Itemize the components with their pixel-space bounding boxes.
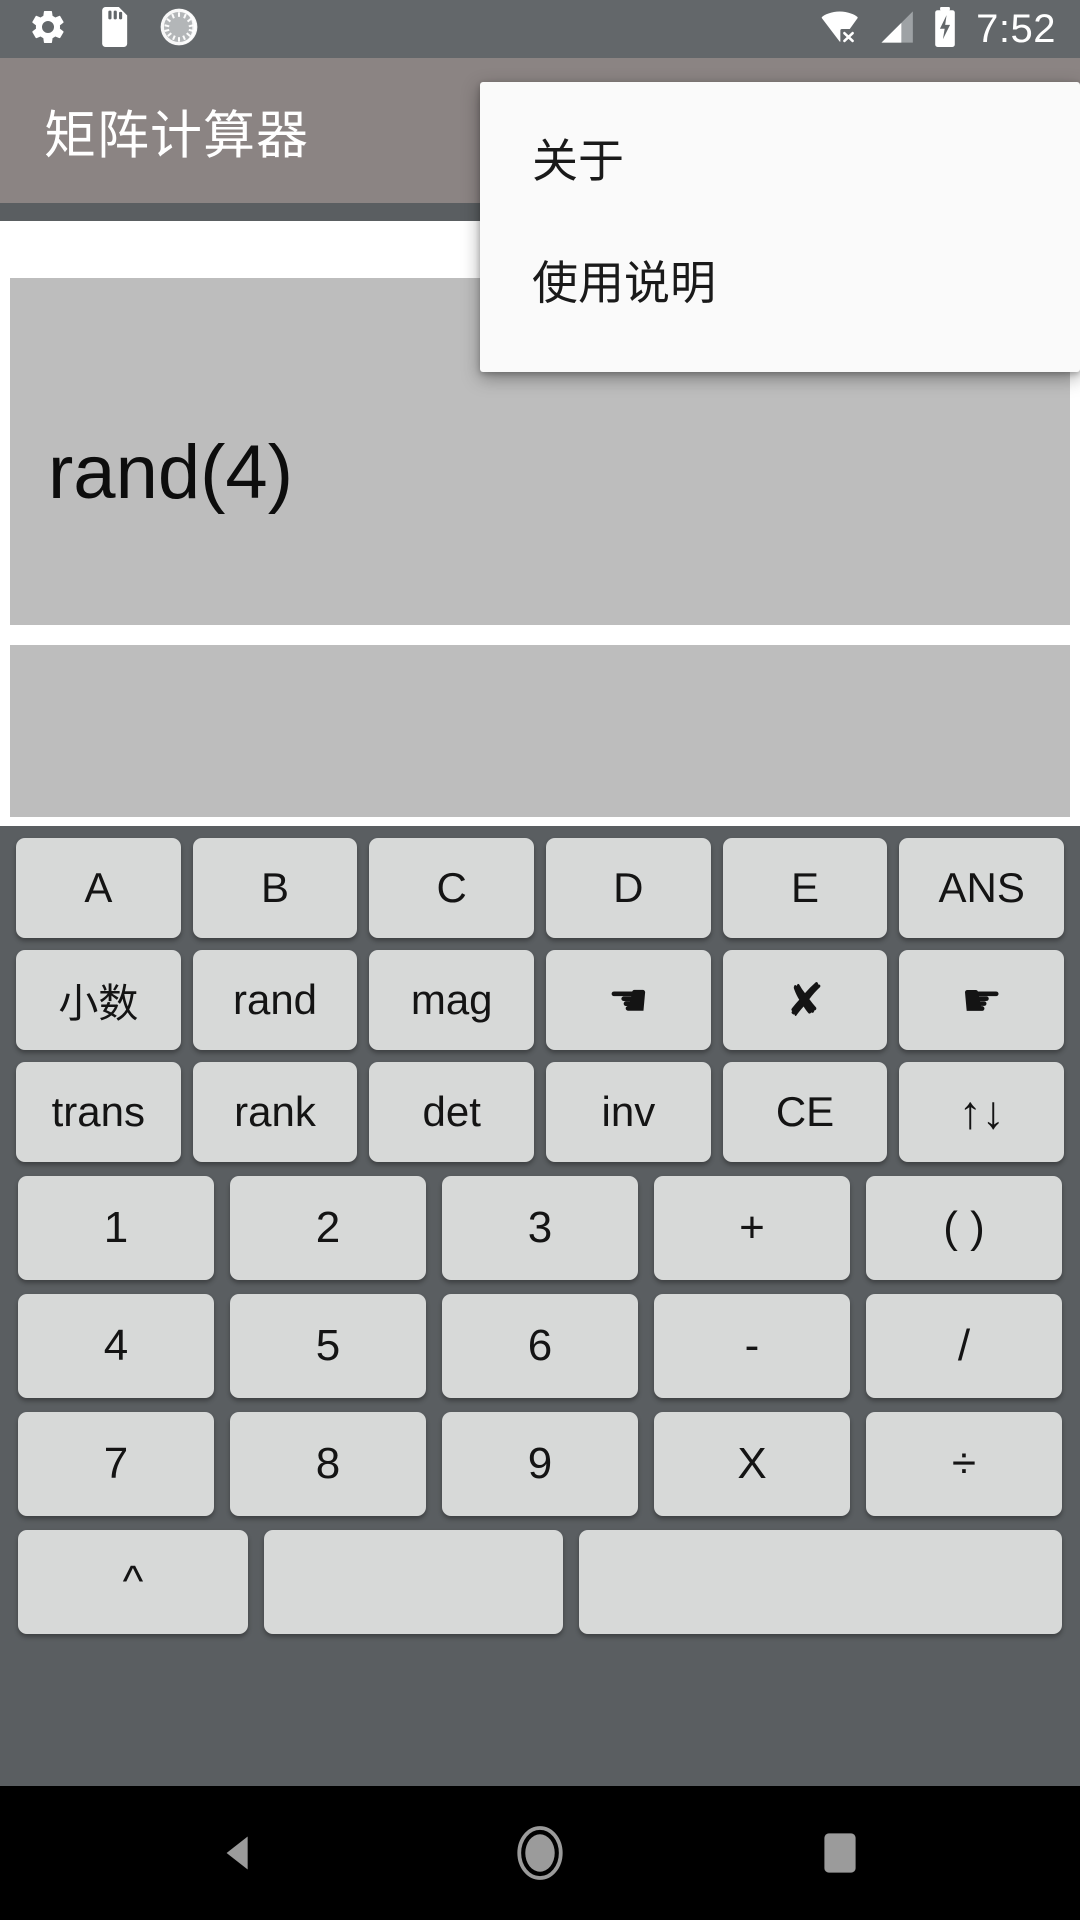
key-8[interactable]: 8: [230, 1412, 426, 1516]
keypad-row: A B C D E ANS: [0, 826, 1080, 938]
key-plus[interactable]: +: [654, 1176, 850, 1280]
key-3[interactable]: 3: [442, 1176, 638, 1280]
page-title: 矩阵计算器: [44, 107, 310, 165]
battery-charging-icon: [932, 6, 958, 53]
keypad-row: 7 8 9 X ÷: [0, 1398, 1080, 1516]
cellular-signal-icon: [876, 7, 918, 52]
menu-item-about[interactable]: 关于: [532, 138, 624, 184]
key-delete-icon[interactable]: ✘: [722, 950, 888, 1050]
overflow-menu-popup: 关于 使用说明: [480, 82, 1080, 372]
key-matrix-a[interactable]: A: [16, 838, 181, 938]
android-navigation-bar: [0, 1786, 1080, 1920]
status-bar-right-icons: 7:52: [820, 6, 1080, 53]
key-minus[interactable]: -: [654, 1294, 850, 1398]
app-screen: 7:52 矩阵计算器 rand(4) A B C D E ANS 小数 rand mag ☚ ✘ ☛ t…: [0, 0, 1080, 1920]
key-swap-arrows-icon[interactable]: ↑↓: [899, 1062, 1065, 1162]
keypad-row: 小数 rand mag ☚ ✘ ☛: [0, 938, 1080, 1050]
key-clear-entry[interactable]: CE: [722, 1062, 888, 1162]
key-6[interactable]: 6: [442, 1294, 638, 1398]
key-matrix-c[interactable]: C: [369, 838, 535, 938]
key-cursor-right-icon[interactable]: ☛: [899, 950, 1065, 1050]
key-multiply-x[interactable]: X: [654, 1412, 850, 1516]
key-cursor-left-icon[interactable]: ☚: [546, 950, 711, 1050]
key-transpose[interactable]: trans: [16, 1062, 181, 1162]
key-parentheses[interactable]: ( ): [866, 1176, 1062, 1280]
result-display[interactable]: [10, 645, 1070, 817]
key-slash[interactable]: /: [866, 1294, 1062, 1398]
key-inverse[interactable]: inv: [546, 1062, 711, 1162]
key-determinant[interactable]: det: [369, 1062, 535, 1162]
nav-home-icon[interactable]: [450, 1824, 630, 1882]
key-9[interactable]: 9: [442, 1412, 638, 1516]
nav-back-icon[interactable]: [150, 1830, 330, 1876]
settings-gear-icon: [28, 7, 68, 52]
key-2[interactable]: 2: [230, 1176, 426, 1280]
key-5[interactable]: 5: [230, 1294, 426, 1398]
keypad-row: 1 2 3 +( ): [0, 1162, 1080, 1280]
key-decimal[interactable]: 小数: [16, 950, 181, 1050]
status-bar-left-icons: [0, 6, 200, 53]
key-blank-2[interactable]: [579, 1530, 1062, 1634]
key-rand[interactable]: rand: [192, 950, 358, 1050]
key-power[interactable]: ^: [18, 1530, 248, 1634]
keypad: A B C D E ANS 小数 rand mag ☚ ✘ ☛ trans rank det inv CE ↑↓ 1…: [0, 826, 1080, 1786]
expression-text: rand(4): [48, 430, 293, 515]
key-4[interactable]: 4: [18, 1294, 214, 1398]
key-blank-1[interactable]: [264, 1530, 563, 1634]
key-matrix-d[interactable]: D: [546, 838, 711, 938]
menu-item-instructions[interactable]: 使用说明: [532, 260, 716, 306]
key-divide[interactable]: ÷: [866, 1412, 1062, 1516]
sync-circle-icon: [158, 6, 200, 53]
keypad-row: ^: [0, 1516, 1080, 1634]
key-mag[interactable]: mag: [369, 950, 535, 1050]
key-1[interactable]: 1: [18, 1176, 214, 1280]
sd-card-icon: [94, 6, 132, 52]
nav-recents-icon[interactable]: [750, 1829, 930, 1877]
key-matrix-e[interactable]: E: [722, 838, 888, 938]
key-rank[interactable]: rank: [192, 1062, 358, 1162]
status-bar-clock: 7:52: [976, 7, 1056, 51]
key-7[interactable]: 7: [18, 1412, 214, 1516]
key-matrix-b[interactable]: B: [192, 838, 358, 938]
keypad-row: trans rank det inv CE ↑↓: [0, 1050, 1080, 1162]
wifi-no-internet-icon: [820, 7, 862, 52]
key-ans[interactable]: ANS: [899, 838, 1065, 938]
keypad-row: 4 5 6- /: [0, 1280, 1080, 1398]
status-bar: 7:52: [0, 0, 1080, 58]
